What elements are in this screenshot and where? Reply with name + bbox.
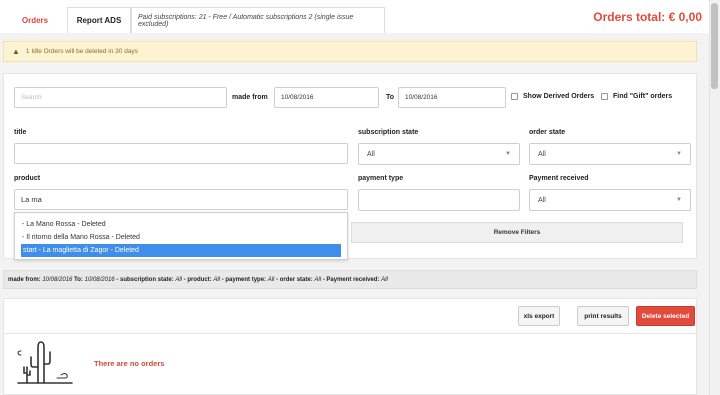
product-label: product: [14, 175, 41, 182]
summary-key: - payment type:: [221, 276, 267, 283]
chevron-down-icon: ▼: [676, 197, 682, 203]
title-label: title: [14, 129, 27, 136]
to-date-input[interactable]: 10/08/2016: [398, 87, 506, 108]
payment-type-input[interactable]: [358, 189, 520, 211]
divider: [3, 333, 697, 334]
xls-export-button[interactable]: xls export: [518, 306, 560, 326]
summary-key: - subscription state:: [116, 276, 174, 283]
find-gift-checkbox[interactable]: [601, 93, 608, 100]
warning-text: 1 Idle Orders will be deleted in 30 days: [25, 48, 138, 55]
summary-key: made from:: [8, 276, 41, 283]
made-from-label: made from: [232, 94, 268, 101]
summary-value: All: [267, 276, 275, 283]
summary-value: All: [175, 276, 182, 283]
subscription-state-value: All: [367, 150, 375, 158]
summary-key: To:: [74, 276, 83, 283]
order-state-label: order state: [529, 129, 566, 136]
tab-orders[interactable]: Orders: [3, 7, 67, 33]
payment-received-value: All: [538, 196, 546, 204]
subscription-state-label: subscription state: [358, 129, 419, 136]
payment-type-label: payment type: [358, 175, 404, 182]
subscriptions-info: Paid subscriptions: 21 - Free / Automati…: [131, 7, 385, 33]
show-derived-label: Show Derived Orders: [523, 93, 595, 100]
subscription-state-select[interactable]: All ▼: [358, 143, 520, 165]
search-input[interactable]: Search: [14, 87, 227, 108]
orders-total: Orders total: € 0,00: [593, 10, 702, 24]
find-gift-label: Find "Gift" orders: [613, 93, 673, 100]
chevron-down-icon: ▼: [505, 151, 511, 157]
summary-value: All: [314, 276, 322, 283]
chevron-down-icon: ▼: [676, 151, 682, 157]
summary-value: All: [213, 276, 221, 283]
autocomplete-item-highlighted[interactable]: start - La maglietta di Zagor - Deleted: [21, 244, 341, 257]
autocomplete-item[interactable]: - La Mano Rossa - Deleted: [15, 218, 347, 231]
tab-report-ads[interactable]: Report ADS: [67, 7, 131, 33]
title-input[interactable]: [14, 143, 348, 164]
autocomplete-item[interactable]: - Il ritorno della Mano Rossa - Deleted: [15, 231, 347, 244]
made-from-date-input[interactable]: 10/08/2016: [274, 87, 379, 108]
summary-key: - order state:: [276, 276, 313, 283]
summary-value: 10/08/2016: [42, 276, 73, 283]
scrollbar-thumb[interactable]: [711, 3, 718, 89]
find-gift-orders-toggle[interactable]: Find "Gift" orders: [601, 93, 672, 100]
filter-summary: made from: 10/08/2016 To: 10/08/2016 - s…: [3, 270, 697, 289]
product-autocomplete-list: - La Mano Rossa - Deleted - Il ritorno d…: [14, 212, 348, 260]
print-results-button[interactable]: print results: [577, 306, 629, 326]
order-state-select[interactable]: All ▼: [529, 143, 691, 165]
idle-orders-warning: ▲ 1 Idle Orders will be deleted in 30 da…: [3, 41, 697, 62]
show-derived-orders-toggle[interactable]: Show Derived Orders: [511, 93, 594, 100]
payment-received-select[interactable]: All ▼: [529, 189, 691, 211]
product-input[interactable]: La ma: [14, 189, 348, 210]
summary-key: - Payment received:: [322, 276, 380, 283]
summary-value: 10/08/2016: [84, 276, 115, 283]
payment-received-label: Payment received: [529, 175, 589, 182]
delete-selected-button[interactable]: Delete selected: [636, 306, 695, 326]
warning-icon: ▲: [12, 47, 20, 56]
order-state-value: All: [538, 150, 546, 158]
show-derived-checkbox[interactable]: [511, 93, 518, 100]
summary-key: - product:: [183, 276, 212, 283]
cactus-icon: [17, 341, 73, 384]
to-label: To: [386, 94, 395, 101]
summary-value: All: [381, 276, 388, 283]
no-orders-message: There are no orders: [94, 359, 165, 368]
remove-filters-button[interactable]: Remove Filters: [351, 222, 683, 243]
